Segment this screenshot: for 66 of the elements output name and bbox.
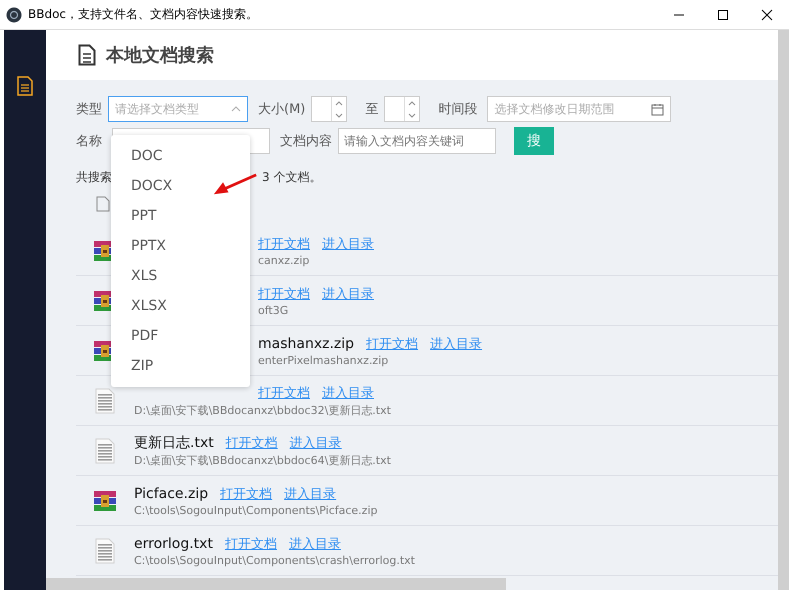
file-name: errorlog.txt [134, 536, 213, 552]
summary-text: 共搜索 [76, 169, 112, 186]
content-label: 文档内容 [280, 133, 332, 150]
summary-text: 3 个文档。 [262, 169, 322, 186]
dropdown-option[interactable]: ZIP [111, 351, 250, 381]
open-folder-link[interactable]: 进入目录 [430, 334, 482, 352]
caret-icon [231, 106, 241, 112]
size-label: 大小(M) [258, 101, 306, 118]
open-document-link[interactable]: 打开文档 [220, 484, 272, 502]
open-folder-link[interactable]: 进入目录 [322, 234, 374, 252]
range-label: 至 [365, 101, 378, 118]
increment-icon[interactable] [408, 100, 416, 106]
period-label: 时间段 [438, 101, 478, 118]
document-icon[interactable] [17, 76, 33, 96]
file-path: D:\桌面\安下载\BBdocanxz\bbdoc64\更新日志.txt [134, 452, 391, 468]
file-path: enterPixelmashanxz.zip [258, 354, 390, 366]
text-file-icon [95, 538, 115, 564]
file-icon [96, 196, 110, 212]
size-max-field[interactable] [384, 96, 420, 122]
dropdown-option[interactable]: DOCX [111, 171, 250, 201]
open-document-link[interactable]: 打开文档 [258, 284, 310, 302]
type-label: 类型 [76, 101, 102, 118]
size-min-field[interactable] [311, 96, 348, 122]
dropdown-option[interactable]: XLSX [111, 291, 250, 321]
decrement-icon[interactable] [408, 112, 416, 118]
open-folder-link[interactable]: 进入目录 [284, 484, 336, 502]
increment-icon[interactable] [335, 100, 344, 106]
file-name: Picface.zip [134, 486, 208, 502]
open-folder-link[interactable]: 进入目录 [288, 534, 341, 552]
file-path: C:\tools\SogouInput\Components\crash\errorlog.txt [134, 554, 415, 566]
text-file-icon [95, 388, 115, 414]
open-document-link[interactable]: 打开文档 [224, 534, 277, 552]
search-button[interactable]: 搜 [514, 127, 554, 155]
document-icon [78, 44, 96, 66]
content-field[interactable]: 请输入文档内容关键词 [338, 128, 496, 154]
dropdown-option[interactable]: PDF [111, 321, 250, 351]
dropdown-option[interactable]: XLS [111, 261, 250, 291]
name-label: 名称 [76, 133, 102, 150]
open-folder-link[interactable]: 进入目录 [322, 284, 374, 302]
decrement-icon[interactable] [335, 112, 344, 118]
open-document-link[interactable]: 打开文档 [258, 234, 310, 252]
calendar-icon [651, 102, 664, 116]
file-path: D:\桌面\安下载\BBdocanxz\bbdoc32\更新日志.txt [134, 402, 391, 418]
open-document-link[interactable]: 打开文档 [258, 384, 310, 402]
archive-icon [93, 490, 117, 512]
text-file-icon [95, 438, 115, 464]
file-path: oft3G [258, 304, 290, 316]
date-range-field[interactable]: 选择文档修改日期范围 [487, 96, 672, 122]
scrollbar[interactable] [46, 578, 506, 590]
open-folder-link[interactable]: 进入目录 [322, 384, 374, 402]
file-path: C:\tools\SogouInput\Components\Picface.zip [134, 504, 378, 516]
dropdown-option[interactable]: PPT [111, 201, 250, 231]
window-title: BBdoc，支持文件名、文档内容快速搜索。 [28, 6, 260, 23]
app-icon [6, 6, 22, 22]
file-name: mashanxz.zip [258, 336, 354, 352]
open-document-link[interactable]: 打开文档 [226, 434, 278, 452]
type-select[interactable]: 请选择文档类型 [108, 96, 248, 122]
page-title: 本地文档搜索 [106, 44, 214, 67]
dropdown-option[interactable]: DOC [111, 141, 250, 171]
open-folder-link[interactable]: 进入目录 [290, 434, 342, 452]
open-document-link[interactable]: 打开文档 [366, 334, 418, 352]
file-path: canxz.zip [258, 254, 310, 266]
dropdown-option[interactable]: PPTX [111, 231, 250, 261]
close-icon[interactable] [761, 8, 773, 20]
file-name: 更新日志.txt [134, 434, 214, 452]
maximize-icon[interactable] [717, 8, 729, 20]
